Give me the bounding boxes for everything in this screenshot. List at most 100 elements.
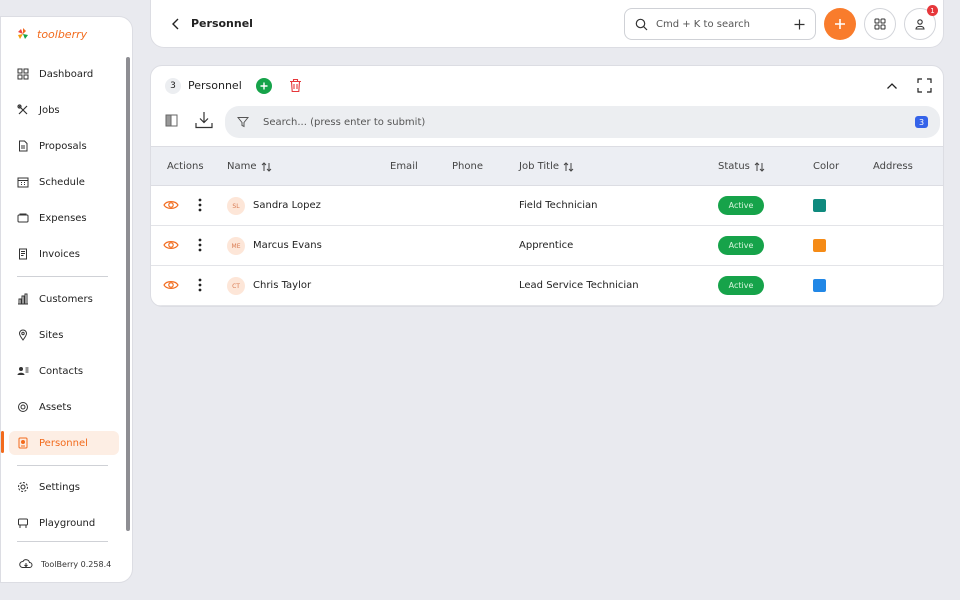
sidebar-item-label: Contacts	[39, 365, 84, 377]
fullscreen-icon[interactable]	[917, 78, 932, 93]
global-search[interactable]: Cmd + K to search	[624, 8, 816, 40]
status-badge: Active	[718, 236, 764, 255]
filter-icon	[237, 117, 249, 128]
filter-bar[interactable]: Search... (press enter to submit) 3	[225, 106, 940, 138]
add-personnel-button[interactable]	[256, 78, 272, 94]
column-header-status[interactable]: Status	[718, 161, 765, 172]
avatar: ME	[227, 237, 245, 255]
sidebar-divider	[17, 276, 108, 277]
filter-input[interactable]: Search... (press enter to submit)	[263, 117, 901, 128]
plus-icon[interactable]	[794, 19, 805, 30]
toolberry-logo-icon	[18, 28, 28, 39]
sidebar-item-settings[interactable]: Settings	[9, 475, 119, 499]
gear-icon	[18, 482, 28, 492]
avatar: SL	[227, 197, 245, 215]
more-vertical-icon[interactable]	[198, 238, 202, 252]
sort-icon	[261, 161, 271, 172]
sidebar-item-label: Proposals	[39, 140, 87, 152]
apps-button[interactable]	[864, 8, 896, 40]
sidebar-item-label: Dashboard	[39, 68, 94, 80]
version-info: ToolBerry 0.258.4	[19, 558, 111, 570]
sidebar-divider	[17, 541, 108, 542]
card-title: Personnel	[188, 79, 242, 92]
back-arrow-icon[interactable]	[169, 16, 183, 32]
cell-job-title: Field Technician	[519, 200, 598, 211]
brand-logo[interactable]: toolberry	[15, 26, 87, 42]
sidebar-item-customers[interactable]: Customers	[9, 287, 119, 311]
sidebar-item-contacts[interactable]: Contacts	[9, 359, 119, 383]
grid-icon	[17, 68, 29, 80]
sidebar-item-jobs[interactable]: Jobs	[9, 98, 119, 122]
cell-name: Chris Taylor	[253, 280, 312, 291]
notification-badge: 1	[927, 5, 938, 16]
version-text: ToolBerry 0.258.4	[41, 559, 112, 569]
sidebar-scrollbar[interactable]	[126, 57, 130, 531]
sidebar-item-invoices[interactable]: Invoices	[9, 242, 119, 266]
sidebar-item-playground[interactable]: Playground	[9, 511, 119, 535]
active-indicator	[1, 431, 4, 453]
chevron-up-icon[interactable]	[885, 79, 899, 93]
status-badge: Active	[718, 196, 764, 215]
column-header-job-title[interactable]: Job Title	[519, 161, 574, 172]
columns-toggle-icon[interactable]	[165, 114, 178, 127]
record-count-badge: 3	[165, 78, 181, 94]
sidebar-item-sites[interactable]: Sites	[9, 323, 119, 347]
contacts-icon	[17, 367, 29, 375]
column-header-email: Email	[390, 161, 418, 172]
sidebar-item-expenses[interactable]: Expenses	[9, 206, 119, 230]
quick-add-button[interactable]	[824, 8, 856, 40]
apps-grid-icon	[874, 18, 886, 30]
color-swatch	[813, 199, 826, 212]
color-swatch	[813, 239, 826, 252]
wallet-icon	[17, 213, 29, 223]
sidebar-divider	[17, 465, 108, 466]
document-icon	[19, 140, 28, 152]
trash-icon[interactable]	[289, 78, 302, 93]
asset-icon	[18, 402, 28, 412]
plus-icon	[260, 82, 268, 90]
cell-name: Sandra Lopez	[253, 200, 321, 211]
user-icon	[915, 19, 925, 30]
sidebar-item-label: Sites	[39, 329, 64, 341]
eye-icon[interactable]	[163, 199, 179, 211]
brand-name: toolberry	[37, 27, 88, 41]
map-pin-icon	[18, 329, 28, 341]
tools-icon	[17, 104, 28, 115]
eye-icon[interactable]	[163, 239, 179, 251]
download-icon[interactable]	[194, 111, 214, 129]
more-vertical-icon[interactable]	[198, 198, 202, 212]
sidebar: toolberry Dashboard Jobs Proposals Sched…	[0, 16, 133, 583]
sidebar-item-label: Personnel	[39, 437, 88, 449]
sidebar-item-schedule[interactable]: Schedule	[9, 170, 119, 194]
plus-icon	[835, 19, 845, 29]
sidebar-item-label: Customers	[39, 293, 93, 305]
table-row[interactable]: ME Marcus Evans Apprentice Active	[151, 226, 943, 266]
table-header: Actions Name Email Phone Job Title Statu…	[151, 146, 943, 186]
invoice-icon	[19, 248, 27, 260]
status-badge: Active	[718, 276, 764, 295]
sidebar-item-label: Playground	[39, 517, 96, 529]
badge-icon	[18, 437, 28, 449]
personnel-card: 3 Personnel Search... (press enter to su…	[150, 65, 944, 307]
search-input[interactable]: Cmd + K to search	[656, 19, 786, 30]
sidebar-item-proposals[interactable]: Proposals	[9, 134, 119, 158]
eye-icon[interactable]	[163, 279, 179, 291]
color-swatch	[813, 279, 826, 292]
column-header-name[interactable]: Name	[227, 161, 272, 172]
table-row[interactable]: SL Sandra Lopez Field Technician Active	[151, 186, 943, 226]
sidebar-item-label: Assets	[39, 401, 72, 413]
sidebar-item-assets[interactable]: Assets	[9, 395, 119, 419]
sidebar-item-dashboard[interactable]: Dashboard	[9, 62, 119, 86]
sidebar-item-label: Settings	[39, 481, 81, 493]
sort-icon	[754, 161, 765, 172]
calendar-icon	[17, 177, 29, 188]
column-header-actions: Actions	[167, 161, 204, 172]
search-icon	[635, 18, 648, 30]
cell-name: Marcus Evans	[253, 240, 322, 251]
more-vertical-icon[interactable]	[198, 278, 202, 292]
cell-job-title: Lead Service Technician	[519, 280, 639, 291]
sidebar-item-label: Invoices	[39, 248, 80, 260]
sidebar-item-personnel[interactable]: Personnel	[9, 431, 119, 455]
column-header-phone: Phone	[452, 161, 483, 172]
table-row[interactable]: CT Chris Taylor Lead Service Technician …	[151, 266, 943, 306]
